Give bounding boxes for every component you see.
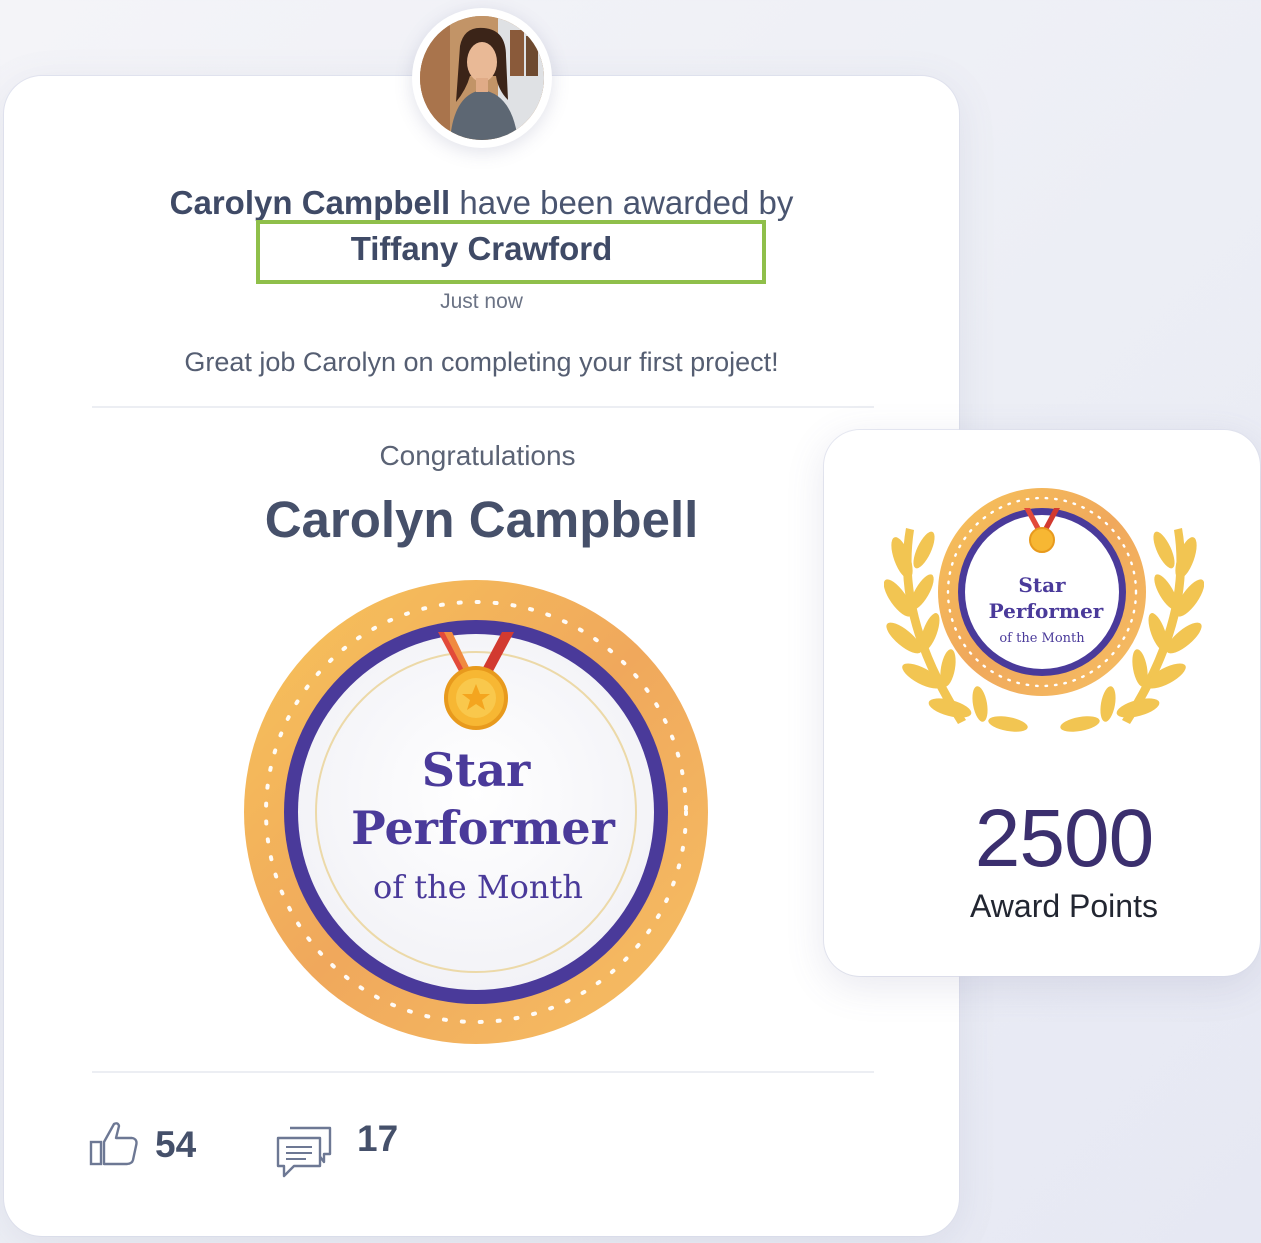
thumbs-up-icon: [89, 1122, 138, 1166]
divider: [92, 406, 874, 408]
congrats-label: Congratulations: [379, 440, 576, 471]
award-points-card: Star Performer of the Month 2500 Award P…: [824, 430, 1260, 976]
star-performer-badge: Star Performer of the Month: [238, 574, 714, 1050]
badge-line2: Performer: [351, 801, 616, 855]
mini-badge-line2: Performer: [989, 599, 1104, 623]
likes-count: 54: [155, 1124, 197, 1165]
avatar[interactable]: [412, 8, 552, 148]
like-button[interactable]: 54: [88, 1118, 218, 1178]
award-headline: Carolyn Campbell have been awarded by: [0, 184, 963, 222]
comments-count: 17: [357, 1118, 399, 1159]
divider: [92, 1071, 874, 1073]
award-points-value: 2500: [974, 793, 1154, 884]
comment-icon: [276, 1126, 332, 1178]
post-timestamp: Just now: [440, 290, 523, 313]
award-points-label: Award Points: [970, 888, 1158, 924]
recipient-name-heading: Carolyn Campbell: [264, 491, 699, 548]
avatar-photo: [420, 16, 544, 140]
awarded-by-text: have been awarded by: [459, 184, 794, 221]
badge-line3: of the Month: [373, 868, 583, 906]
comment-button[interactable]: 17: [274, 1118, 414, 1178]
laurel-wreath-icon: Star Performer of the Month: [884, 488, 1204, 732]
award-message: Great job Carolyn on completing your fir…: [184, 347, 779, 377]
mini-badge-line1: Star: [1018, 573, 1066, 597]
mini-badge-line3: of the Month: [999, 631, 1085, 646]
badge-line1: Star: [422, 743, 531, 797]
giver-name-link[interactable]: Tiffany Crawford: [0, 230, 963, 268]
recipient-name-link[interactable]: Carolyn Campbell: [170, 184, 451, 221]
